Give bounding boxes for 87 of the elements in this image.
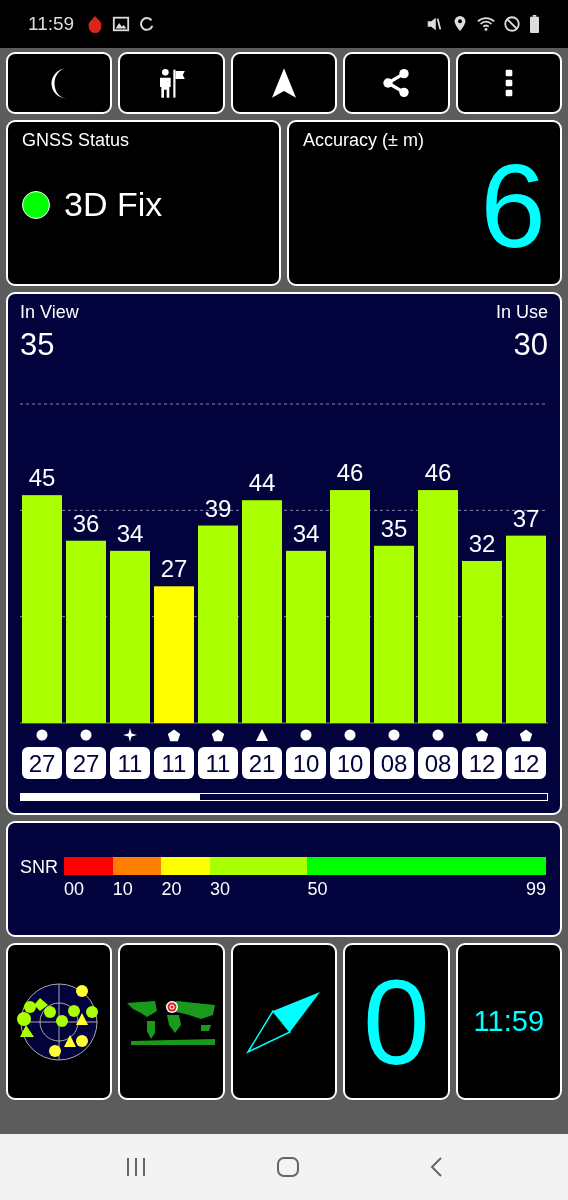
satellite-id: 10 xyxy=(286,747,326,779)
triangle-icon xyxy=(256,729,268,741)
satellite-id: 21 xyxy=(242,747,282,779)
x-tick-label: 12 xyxy=(512,750,540,777)
x-tick-label: 27 xyxy=(72,750,100,777)
satellite-id: 27 xyxy=(22,747,62,779)
circle-icon xyxy=(36,729,48,741)
snr-value: 45 xyxy=(28,464,56,492)
satellite-id: 27 xyxy=(66,747,106,779)
circle-icon xyxy=(300,729,312,741)
x-tick-label: 08 xyxy=(424,750,452,777)
x-tick-label: 10 xyxy=(292,750,320,777)
card-title: Accuracy (± m) xyxy=(303,130,425,151)
in-view-label: In View xyxy=(20,302,79,323)
snr-value: 32 xyxy=(468,529,496,557)
circle-icon xyxy=(388,729,400,741)
snr-value: 36 xyxy=(72,509,100,537)
pentagon-icon xyxy=(211,729,225,742)
speed-tile[interactable]: 0 xyxy=(343,943,450,1100)
x-tick-label: 10 xyxy=(336,750,364,777)
card-title: GNSS Status xyxy=(22,130,131,151)
snr-label: SNR xyxy=(20,857,58,878)
satellite-id: 10 xyxy=(330,747,370,779)
in-use-count: 30 xyxy=(513,327,548,363)
snr-value: 46 xyxy=(336,459,364,487)
compass-tile[interactable] xyxy=(230,943,338,1100)
circle-icon xyxy=(80,729,92,741)
speed-value: 0 xyxy=(363,961,430,1082)
person-flag-button[interactable] xyxy=(118,52,225,114)
x-tick-label: 11 xyxy=(161,750,187,777)
snr-tick-label: 30 xyxy=(210,879,231,900)
snr-value: 34 xyxy=(292,519,320,547)
snr-tick-label: 10 xyxy=(112,879,133,900)
pentagon-icon xyxy=(475,729,489,742)
satellite-id: 12 xyxy=(506,747,546,779)
scroll-bar[interactable] xyxy=(20,793,548,801)
snr-value: 39 xyxy=(204,494,232,522)
snr-value: 34 xyxy=(116,519,144,547)
back-icon xyxy=(429,1156,444,1178)
x-tick-label: 11 xyxy=(205,750,231,777)
recents-icon xyxy=(124,1157,147,1177)
battery-icon xyxy=(529,15,540,33)
star-icon xyxy=(123,728,137,742)
navigation-button[interactable] xyxy=(230,52,338,114)
home-icon xyxy=(276,1156,300,1178)
night-mode-button[interactable] xyxy=(6,52,113,114)
satellite-id: 11 xyxy=(110,747,150,779)
x-tick-label: 21 xyxy=(248,750,276,777)
circle-icon xyxy=(344,729,356,741)
x-tick-label: 12 xyxy=(468,750,496,777)
x-tick-label: 27 xyxy=(28,750,56,777)
snr-tick-label: 99 xyxy=(525,879,546,900)
world-map-tile[interactable] xyxy=(118,943,225,1100)
pentagon-icon xyxy=(167,729,181,742)
in-use-label: In Use xyxy=(495,302,548,323)
satellite-id: 12 xyxy=(462,747,502,779)
accuracy-value: 6 xyxy=(480,147,546,265)
snr-tick-label: 00 xyxy=(64,879,85,900)
x-tick-label: 08 xyxy=(380,750,408,777)
satellite-id: 08 xyxy=(418,747,458,779)
circle-icon xyxy=(432,729,444,741)
clock-tile[interactable]: 11:59 xyxy=(455,943,563,1100)
x-tick-label: 11 xyxy=(117,750,143,777)
snr-value: 46 xyxy=(424,459,452,487)
status-time: 11:59 xyxy=(28,13,75,35)
more-icon xyxy=(504,68,513,98)
mute-icon xyxy=(425,15,443,33)
sky-plot-tile[interactable] xyxy=(6,943,113,1100)
in-view-count: 35 xyxy=(20,327,56,363)
satellite-id: 08 xyxy=(374,747,414,779)
share-button[interactable] xyxy=(343,52,450,114)
menu-button[interactable] xyxy=(455,52,563,114)
wifi-icon xyxy=(477,15,495,33)
satellite-id: 11 xyxy=(198,747,238,779)
compass-needle-icon xyxy=(246,989,322,1054)
snr-value: 35 xyxy=(380,514,408,542)
snr-value: 37 xyxy=(512,504,540,532)
pentagon-icon xyxy=(519,729,533,742)
snr-tick-label: 50 xyxy=(307,879,328,900)
blocked-icon xyxy=(503,15,521,33)
satellite-id: 11 xyxy=(154,747,194,779)
snr-value: 44 xyxy=(248,469,276,497)
snr-tick-label: 20 xyxy=(161,879,182,900)
image-icon xyxy=(112,15,131,33)
clock-time: 11:59 xyxy=(473,1005,545,1038)
snr-value: 27 xyxy=(160,555,188,583)
fix-status: 3D Fix xyxy=(64,185,163,224)
